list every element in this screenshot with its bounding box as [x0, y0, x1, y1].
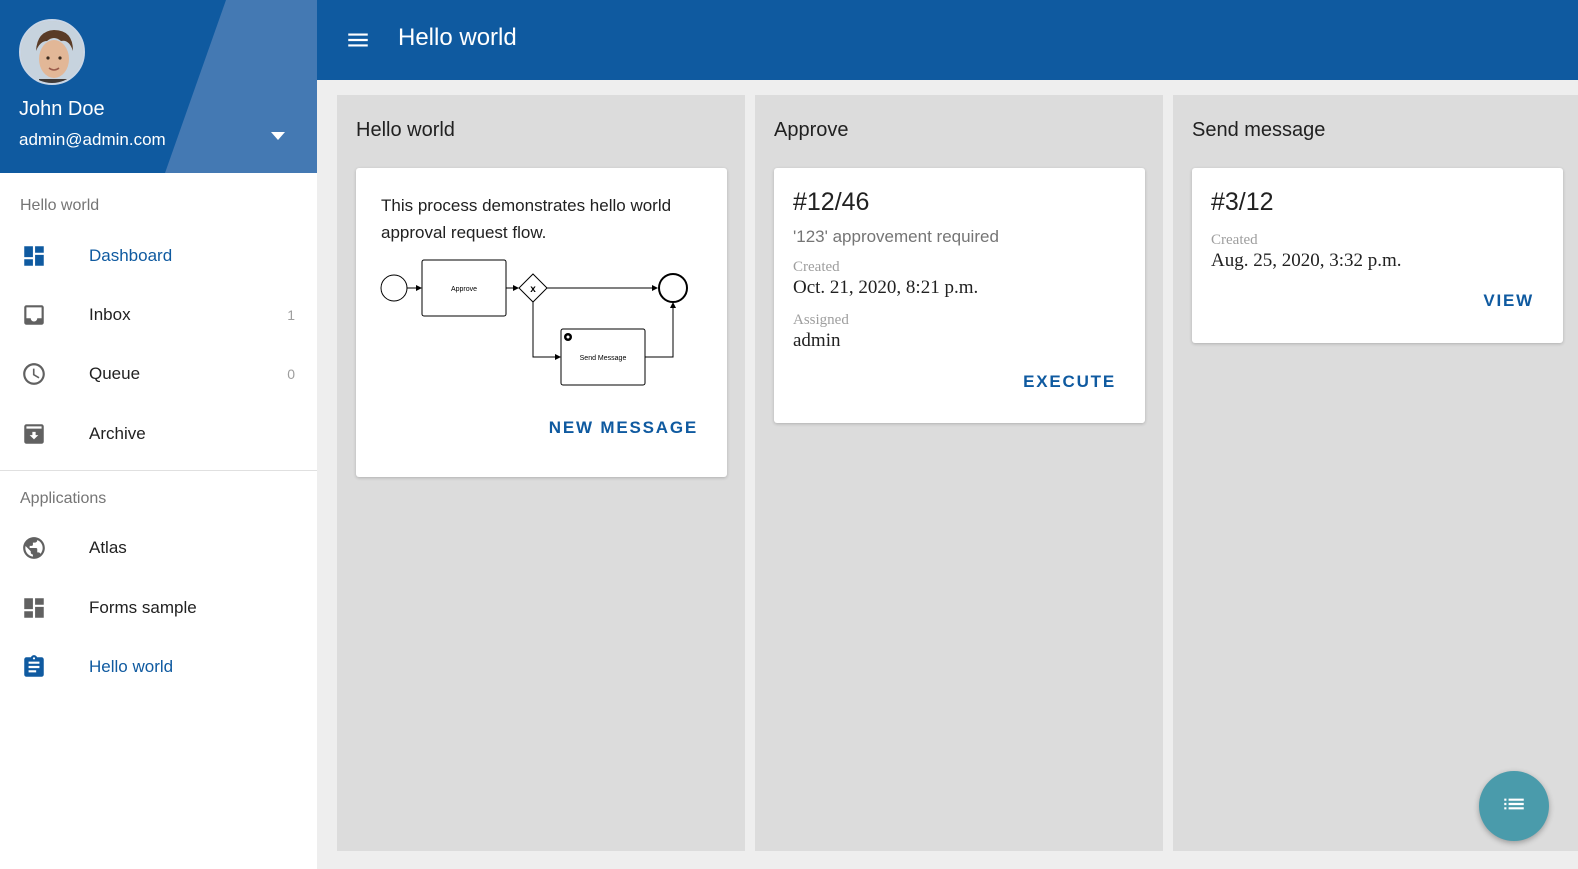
- sidebar-item-hello-world[interactable]: Hello world: [0, 641, 317, 693]
- diagram-gateway: x: [530, 284, 536, 295]
- new-message-button[interactable]: NEW MESSAGE: [549, 418, 698, 438]
- column-approve: Approve #12/46 '123' approvement require…: [755, 95, 1163, 851]
- execute-button[interactable]: EXECUTE: [1023, 372, 1116, 392]
- clock-icon: [21, 361, 47, 387]
- section-header-hello-world: Hello world: [20, 197, 100, 214]
- task-subtitle: '123' approvement required: [793, 227, 999, 246]
- clipboard-icon: [21, 654, 47, 680]
- list-fab-button[interactable]: [1479, 771, 1549, 841]
- sidebar-item-label: Archive: [89, 424, 146, 443]
- sidebar-item-queue[interactable]: Queue 0: [0, 348, 317, 400]
- created-label: Created: [1211, 232, 1258, 248]
- globe-icon: [21, 535, 47, 561]
- process-description: This process demonstrates hello world ap…: [381, 196, 672, 242]
- column-send-message: Send message #3/12 Created Aug. 25, 2020…: [1173, 95, 1578, 851]
- sidebar-item-atlas[interactable]: Atlas: [0, 522, 317, 574]
- sidebar: John Doe admin@admin.com Hello world Das…: [0, 0, 317, 869]
- sidebar-item-label: Forms sample: [89, 598, 197, 617]
- inbox-icon: [21, 302, 47, 328]
- created-value: Aug. 25, 2020, 3:32 p.m.: [1211, 250, 1402, 271]
- sidebar-item-label: Hello world: [89, 657, 174, 676]
- created-label: Created: [793, 259, 840, 275]
- sidebar-item-archive[interactable]: Archive: [0, 408, 317, 460]
- account-dropdown-icon[interactable]: [267, 128, 289, 144]
- view-button[interactable]: VIEW: [1483, 291, 1534, 311]
- hamburger-menu-icon[interactable]: [345, 27, 371, 53]
- process-flow-diagram: Approve x Send Message: [380, 259, 688, 386]
- column-hello-world: Hello world This process demonstrates he…: [337, 95, 745, 851]
- section-header-applications: Applications: [20, 490, 107, 507]
- task-id: #12/46: [793, 188, 870, 216]
- profile-header: John Doe admin@admin.com: [0, 0, 317, 173]
- user-email: admin@admin.com: [19, 130, 166, 149]
- page-title: Hello world: [398, 24, 517, 51]
- queue-count-badge: 0: [287, 366, 295, 382]
- process-card: This process demonstrates hello world ap…: [356, 168, 727, 477]
- column-title: Hello world: [356, 119, 455, 141]
- assigned-label: Assigned: [793, 312, 849, 328]
- column-title: Send message: [1192, 119, 1326, 141]
- sidebar-divider: [0, 470, 317, 471]
- dashboard-icon: [21, 595, 47, 621]
- archive-icon: [21, 421, 47, 447]
- sidebar-item-label: Inbox: [89, 305, 131, 324]
- created-value: Oct. 21, 2020, 8:21 p.m.: [793, 277, 979, 298]
- task-card: #3/12 Created Aug. 25, 2020, 3:32 p.m. V…: [1192, 168, 1563, 343]
- task-card: #12/46 '123' approvement required Create…: [774, 168, 1145, 423]
- sidebar-item-forms-sample[interactable]: Forms sample: [0, 582, 317, 634]
- sidebar-item-dashboard[interactable]: Dashboard: [0, 230, 317, 282]
- avatar[interactable]: [19, 19, 85, 85]
- dashboard-icon: [21, 243, 47, 269]
- sidebar-item-label: Queue: [89, 364, 141, 383]
- inbox-count-badge: 1: [287, 307, 295, 323]
- task-id: #3/12: [1211, 188, 1274, 216]
- user-name: John Doe: [19, 98, 105, 120]
- diagram-task-send-message: Send Message: [580, 355, 627, 362]
- app-bar: Hello world: [317, 0, 1578, 80]
- sidebar-item-label: Dashboard: [89, 246, 173, 265]
- assigned-value: admin: [793, 330, 841, 351]
- column-title: Approve: [774, 119, 849, 141]
- diagram-task-approve: Approve: [451, 286, 477, 293]
- list-icon: [1501, 791, 1527, 822]
- sidebar-item-label: Atlas: [89, 538, 127, 557]
- sidebar-item-inbox[interactable]: Inbox 1: [0, 289, 317, 341]
